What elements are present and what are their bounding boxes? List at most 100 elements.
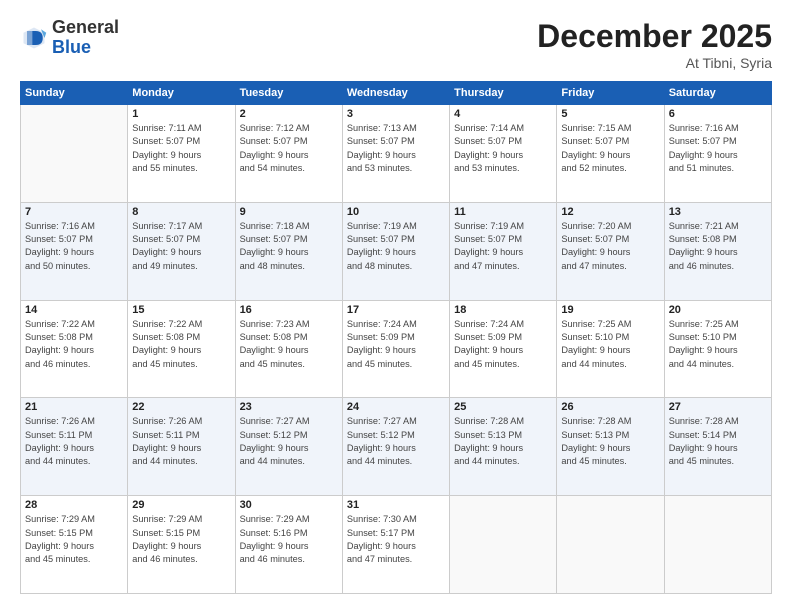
day-number: 26 [561,401,659,413]
day-info: Sunrise: 7:26 AMSunset: 5:11 PMDaylight:… [25,415,123,468]
table-row: 28Sunrise: 7:29 AMSunset: 5:15 PMDayligh… [21,496,128,594]
calendar-header-row: Sunday Monday Tuesday Wednesday Thursday… [21,82,772,105]
day-info: Sunrise: 7:13 AMSunset: 5:07 PMDaylight:… [347,122,445,175]
table-row: 31Sunrise: 7:30 AMSunset: 5:17 PMDayligh… [342,496,449,594]
table-row: 7 Sunrise: 7:16 AMSunset: 5:07 PMDaylight… [21,202,128,300]
table-row: 12Sunrise: 7:20 AMSunset: 5:07 PMDayligh… [557,202,664,300]
day-number: 25 [454,401,552,413]
calendar-week-row: 1 Sunrise: 7:11 AMSunset: 5:07 PMDaylight… [21,105,772,203]
day-number: 24 [347,401,445,413]
page: General Blue December 2025 At Tibni, Syr… [0,0,792,612]
day-number: 29 [132,499,230,511]
table-row: 3 Sunrise: 7:13 AMSunset: 5:07 PMDaylight… [342,105,449,203]
day-info: Sunrise: 7:21 AMSunset: 5:08 PMDaylight:… [669,220,767,273]
table-row: 23Sunrise: 7:27 AMSunset: 5:12 PMDayligh… [235,398,342,496]
day-info: Sunrise: 7:12 AMSunset: 5:07 PMDaylight:… [240,122,338,175]
table-row: 11 Sunrise: 7:19 AMSunset: 5:07 PMDayligh… [450,202,557,300]
table-row: 4 Sunrise: 7:14 AMSunset: 5:07 PMDaylight… [450,105,557,203]
day-number: 17 [347,304,445,316]
table-row [450,496,557,594]
calendar-week-row: 28Sunrise: 7:29 AMSunset: 5:15 PMDayligh… [21,496,772,594]
day-info: Sunrise: 7:16 AMSunset: 5:07 PMDaylight:… [669,122,767,175]
day-number: 13 [669,206,767,218]
table-row: 24 Sunrise: 7:27 AMSunset: 5:12 PMDayligh… [342,398,449,496]
day-info: Sunrise: 7:25 AMSunset: 5:10 PMDaylight:… [561,318,659,371]
day-info: Sunrise: 7:22 AMSunset: 5:08 PMDaylight:… [132,318,230,371]
table-row: 19 Sunrise: 7:25 AMSunset: 5:10 PMDayligh… [557,300,664,398]
table-row: 13 Sunrise: 7:21 AMSunset: 5:08 PMDayligh… [664,202,771,300]
table-row: 9 Sunrise: 7:18 AMSunset: 5:07 PMDaylight… [235,202,342,300]
table-row: 14Sunrise: 7:22 AMSunset: 5:08 PMDayligh… [21,300,128,398]
table-row: 6 Sunrise: 7:16 AMSunset: 5:07 PMDaylight… [664,105,771,203]
title-block: December 2025 At Tibni, Syria [537,18,772,71]
day-number: 4 [454,108,552,120]
table-row: 2 Sunrise: 7:12 AMSunset: 5:07 PMDaylight… [235,105,342,203]
day-info: Sunrise: 7:19 AMSunset: 5:07 PMDaylight:… [347,220,445,273]
day-info: Sunrise: 7:18 AMSunset: 5:07 PMDaylight:… [240,220,338,273]
day-info: Sunrise: 7:26 AMSunset: 5:11 PMDaylight:… [132,415,230,468]
day-info: Sunrise: 7:30 AMSunset: 5:17 PMDaylight:… [347,513,445,566]
day-info: Sunrise: 7:11 AMSunset: 5:07 PMDaylight:… [132,122,230,175]
calendar-week-row: 14 Sunrise: 7:22 AMSunset: 5:08 PMDayligh… [21,300,772,398]
calendar-week-row: 21 Sunrise: 7:26 AMSunset: 5:11 PMDayligh… [21,398,772,496]
col-tuesday: Tuesday [235,82,342,105]
day-number: 3 [347,108,445,120]
day-number: 11 [454,206,552,218]
day-info: Sunrise: 7:23 AMSunset: 5:08 PMDaylight:… [240,318,338,371]
col-saturday: Saturday [664,82,771,105]
table-row: 17 Sunrise: 7:24 AMSunset: 5:09 PMDayligh… [342,300,449,398]
table-row: 16 Sunrise: 7:23 AMSunset: 5:08 PMDayligh… [235,300,342,398]
day-number: 14 [25,304,123,316]
day-number: 9 [240,206,338,218]
day-number: 30 [240,499,338,511]
day-info: Sunrise: 7:29 AMSunset: 5:15 PMDaylight:… [132,513,230,566]
day-info: Sunrise: 7:29 AMSunset: 5:15 PMDaylight:… [25,513,123,566]
logo: General Blue [20,18,119,58]
day-number: 16 [240,304,338,316]
table-row: 5Sunrise: 7:15 AMSunset: 5:07 PMDaylight… [557,105,664,203]
day-number: 19 [561,304,659,316]
table-row: 26Sunrise: 7:28 AMSunset: 5:13 PMDayligh… [557,398,664,496]
day-number: 20 [669,304,767,316]
logo-icon [20,24,48,52]
day-info: Sunrise: 7:24 AMSunset: 5:09 PMDaylight:… [454,318,552,371]
day-info: Sunrise: 7:19 AMSunset: 5:07 PMDaylight:… [454,220,552,273]
day-number: 6 [669,108,767,120]
table-row: 27Sunrise: 7:28 AMSunset: 5:14 PMDayligh… [664,398,771,496]
day-number: 21 [25,401,123,413]
table-row: 18Sunrise: 7:24 AMSunset: 5:09 PMDayligh… [450,300,557,398]
day-number: 15 [132,304,230,316]
logo-blue-text: Blue [52,38,119,58]
day-number: 10 [347,206,445,218]
calendar-table: Sunday Monday Tuesday Wednesday Thursday… [20,81,772,594]
day-number: 12 [561,206,659,218]
day-info: Sunrise: 7:14 AMSunset: 5:07 PMDaylight:… [454,122,552,175]
day-number: 22 [132,401,230,413]
table-row: 25 Sunrise: 7:28 AMSunset: 5:13 PMDayligh… [450,398,557,496]
day-info: Sunrise: 7:27 AMSunset: 5:12 PMDaylight:… [347,415,445,468]
col-monday: Monday [128,82,235,105]
day-info: Sunrise: 7:24 AMSunset: 5:09 PMDaylight:… [347,318,445,371]
day-info: Sunrise: 7:16 AMSunset: 5:07 PMDaylight:… [25,220,123,273]
day-number: 2 [240,108,338,120]
table-row: 21 Sunrise: 7:26 AMSunset: 5:11 PMDayligh… [21,398,128,496]
month-title: December 2025 [537,18,772,55]
table-row [664,496,771,594]
logo-text: General Blue [52,18,119,58]
table-row: 20Sunrise: 7:25 AMSunset: 5:10 PMDayligh… [664,300,771,398]
calendar-week-row: 7 Sunrise: 7:16 AMSunset: 5:07 PMDaylight… [21,202,772,300]
col-friday: Friday [557,82,664,105]
table-row: 10 Sunrise: 7:19 AMSunset: 5:07 PMDayligh… [342,202,449,300]
day-number: 7 [25,206,123,218]
day-info: Sunrise: 7:17 AMSunset: 5:07 PMDaylight:… [132,220,230,273]
location: At Tibni, Syria [537,55,772,71]
col-sunday: Sunday [21,82,128,105]
col-wednesday: Wednesday [342,82,449,105]
day-number: 23 [240,401,338,413]
day-number: 1 [132,108,230,120]
day-info: Sunrise: 7:28 AMSunset: 5:13 PMDaylight:… [454,415,552,468]
table-row [21,105,128,203]
table-row: 30Sunrise: 7:29 AMSunset: 5:16 PMDayligh… [235,496,342,594]
day-number: 5 [561,108,659,120]
header: General Blue December 2025 At Tibni, Syr… [20,18,772,71]
